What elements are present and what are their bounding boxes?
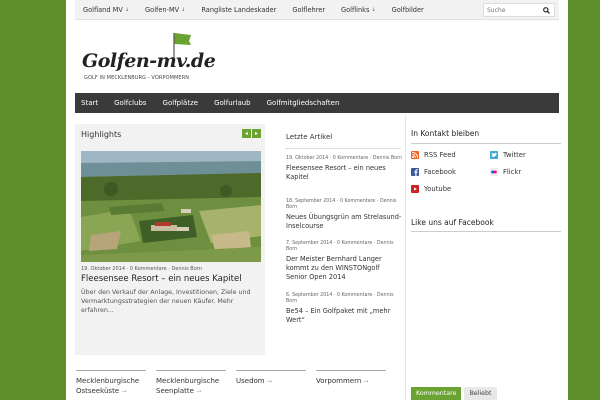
search-input[interactable] bbox=[484, 6, 540, 14]
region-link-seenplatte[interactable]: Mecklenburgische Seenplatte → bbox=[156, 370, 226, 397]
tab-beliebt[interactable]: Beliebt bbox=[464, 387, 497, 400]
topnav-item-rangliste[interactable]: Rangliste Landeskader bbox=[193, 0, 284, 20]
mainnav-item-golfclubs[interactable]: Golfclubs bbox=[106, 93, 154, 113]
highlight-headline[interactable]: Fleesensee Resort – ein neues Kapitel bbox=[81, 274, 242, 284]
column-divider bbox=[405, 115, 406, 400]
topnav-item-golfbilder[interactable]: Golfbilder bbox=[384, 0, 432, 20]
prev-arrow-icon[interactable]: ◂ bbox=[242, 129, 251, 138]
list-item: 6. September 2014 · 0 Kommentare · Denni… bbox=[286, 293, 402, 325]
list-item: 19. Oktober 2014 · 0 Kommentare · Dennis… bbox=[286, 156, 402, 182]
search-box bbox=[483, 3, 555, 17]
article-meta: 6. September 2014 · 0 Kommentare · Denni… bbox=[286, 293, 394, 304]
twitter-icon bbox=[490, 151, 498, 159]
region-link-usedom[interactable]: Usedom → bbox=[236, 370, 306, 387]
highlights-title: Highlights bbox=[81, 130, 122, 139]
topnav-item-golflinks[interactable]: Golflinks ↓ bbox=[333, 0, 384, 20]
article-meta: 19. Oktober 2014 · 0 Kommentare · Dennis… bbox=[286, 156, 403, 161]
arrow-right-icon: → bbox=[363, 378, 369, 385]
rss-icon bbox=[411, 151, 419, 159]
article-title[interactable]: Be54 – Ein Golfpaket mit „mehr Wert“ bbox=[286, 307, 402, 325]
youtube-icon bbox=[411, 185, 419, 193]
page: Golfland MV ↓ Golfen-MV ↓ Rangliste Landes… bbox=[66, 0, 568, 400]
article-meta: 18. September 2014 · 0 Kommentare · Denn… bbox=[286, 199, 397, 210]
mainnav-item-golfplaetze[interactable]: Golfplätze bbox=[155, 93, 207, 113]
article-title[interactable]: Fleesensee Resort – ein neues Kapitel bbox=[286, 164, 402, 182]
contact-title: In Kontakt bleiben bbox=[411, 129, 480, 138]
highlight-excerpt: Über den Verkauf der Anlage, Investition… bbox=[81, 289, 251, 314]
recent-articles-divider bbox=[285, 148, 401, 149]
highlight-meta: 19. Oktober 2014 · 0 Kommentare · Dennis… bbox=[81, 266, 202, 272]
arrow-right-icon: → bbox=[196, 388, 202, 395]
search-icon[interactable] bbox=[540, 4, 552, 16]
topnav-item-golfen-mv[interactable]: Golfen-MV ↓ bbox=[137, 0, 193, 20]
top-bar: Golfland MV ↓ Golfen-MV ↓ Rangliste Landes… bbox=[75, 0, 559, 20]
facebook-icon bbox=[411, 168, 419, 176]
arrow-right-icon: → bbox=[121, 388, 127, 395]
highlights-box: Highlights ◂ ▸ 19. Oktober 2014 · 0 Komm… bbox=[75, 124, 265, 355]
social-link-twitter[interactable]: Twitter bbox=[490, 151, 526, 159]
highlights-arrows: ◂ ▸ bbox=[242, 129, 261, 138]
arrow-right-icon: → bbox=[266, 378, 272, 385]
tab-kommentare[interactable]: Kommentare bbox=[411, 387, 462, 400]
list-item: 7. September 2014 · 0 Kommentare · Denni… bbox=[286, 241, 402, 282]
facebook-like-title: Like uns auf Facebook bbox=[411, 218, 494, 227]
recent-articles-title: Letzte Artikel bbox=[286, 133, 333, 141]
chevron-down-icon: ↓ bbox=[181, 7, 186, 13]
list-item: 18. September 2014 · 0 Kommentare · Denn… bbox=[286, 199, 402, 231]
region-link-ostseekueste[interactable]: Mecklenburgische Ostseeküste → bbox=[76, 370, 146, 397]
social-link-facebook[interactable]: Facebook bbox=[411, 168, 456, 176]
site-logo[interactable]: Golfen-mv.de GOLF IN MECKLENBURG - VORPO… bbox=[82, 30, 216, 84]
region-link-vorpommern[interactable]: Vorpommern → bbox=[316, 370, 386, 387]
social-link-flickr[interactable]: Flickr bbox=[490, 168, 521, 176]
topnav-item-golflehrer[interactable]: Golflehrer bbox=[284, 0, 333, 20]
facebook-like-divider bbox=[411, 231, 561, 232]
next-arrow-icon[interactable]: ▸ bbox=[252, 129, 261, 138]
article-title[interactable]: Der Meister Bernhard Langer kommt zu den… bbox=[286, 255, 402, 282]
social-link-rss[interactable]: RSS Feed bbox=[411, 151, 456, 159]
sidebar-tabs: Kommentare Beliebt bbox=[411, 387, 497, 400]
chevron-down-icon: ↓ bbox=[371, 7, 376, 13]
logo-text: Golfen-mv.de bbox=[82, 50, 216, 72]
flickr-icon bbox=[490, 168, 498, 176]
top-navigation: Golfland MV ↓ Golfen-MV ↓ Rangliste Landes… bbox=[75, 0, 432, 20]
contact-divider bbox=[411, 143, 561, 144]
mainnav-item-golfmitgliedschaften[interactable]: Golfmitgliedschaften bbox=[259, 93, 348, 113]
logo-subtitle: GOLF IN MECKLENBURG - VORPOMMERN bbox=[84, 75, 190, 81]
topnav-item-golfland-mv[interactable]: Golfland MV ↓ bbox=[75, 0, 137, 20]
article-title[interactable]: Neues Übungsgrün am Strelasund-Inselcour… bbox=[286, 213, 402, 231]
chevron-down-icon: ↓ bbox=[124, 7, 130, 13]
article-meta: 7. September 2014 · 0 Kommentare · Denni… bbox=[286, 241, 394, 252]
mainnav-item-golfurlaub[interactable]: Golfurlaub bbox=[206, 93, 259, 113]
main-navigation: Start Golfclubs Golfplätze Golfurlaub Go… bbox=[75, 93, 559, 113]
highlight-image[interactable] bbox=[81, 151, 261, 262]
social-link-youtube[interactable]: Youtube bbox=[411, 185, 451, 193]
mainnav-item-start[interactable]: Start bbox=[75, 93, 106, 113]
